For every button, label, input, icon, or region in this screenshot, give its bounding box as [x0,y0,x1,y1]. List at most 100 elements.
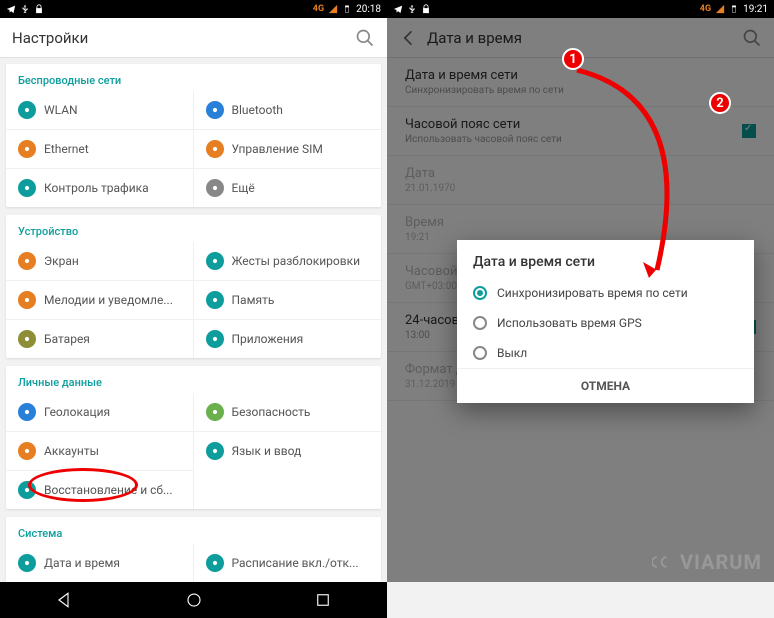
radio-option[interactable]: Выкл [457,338,754,368]
settings-item[interactable]: Геолокация [6,393,194,431]
item-label: Управление SIM [232,142,323,156]
settings-item[interactable]: Расписание вкл./отк... [194,544,382,582]
settings-card: Устройство Экран Жесты разблокировки Мелоди… [6,215,381,358]
item-label: Расписание вкл./отк... [232,556,359,570]
settings-card: Система Дата и время Расписание вкл./отк..… [6,517,381,582]
screen-settings: 4G 20:18 Настройки Беспроводные сети WLAN… [0,0,387,618]
item-icon [206,291,224,309]
item-label: Язык и ввод [232,444,302,458]
status-bar: 4G 19:21 [387,0,774,18]
lock-icon [34,4,44,14]
item-icon [206,101,224,119]
search-icon[interactable] [355,28,375,48]
item-icon [18,291,36,309]
settings-item[interactable]: Мелодии и уведомле... [6,280,194,319]
battery-icon [342,4,352,14]
radio-option[interactable]: Синхронизировать время по сети [457,278,754,308]
settings-item[interactable]: WLAN [6,91,194,129]
item-icon [18,403,36,421]
item-label: Дата и время [44,556,120,570]
section-title: Беспроводные сети [6,64,381,91]
datetime-dialog: Дата и время сети Синхронизировать время… [457,240,754,403]
item-icon [18,481,36,499]
settings-item[interactable]: Язык и ввод [194,431,382,470]
network-4g: 4G [313,4,324,14]
settings-item[interactable]: Ещё [194,168,382,207]
settings-header: Настройки [0,18,387,58]
item-label: Приложения [232,332,304,346]
radio-icon [473,346,487,360]
item-label: Ещё [232,181,255,195]
annotation-marker-1: 1 [562,48,584,70]
item-label: Bluetooth [232,103,283,117]
usb-icon [407,4,417,14]
settings-item[interactable]: Приложения [194,319,382,358]
item-icon [18,179,36,197]
settings-item[interactable]: Восстановление и сб... [6,470,194,509]
dialog-title: Дата и время сети [457,240,754,278]
settings-item[interactable]: Память [194,280,382,319]
item-icon [206,252,224,270]
cancel-button[interactable]: ОТМЕНА [457,368,754,403]
settings-item[interactable]: Управление SIM [194,129,382,168]
home-button[interactable] [185,591,203,609]
radio-label: Выкл [497,346,527,360]
item-icon [18,442,36,460]
nav-bar [0,582,387,618]
item-label: Батарея [44,332,90,346]
annotation-marker-2: 2 [709,92,731,114]
section-title: Устройство [6,215,381,242]
radio-icon [473,316,487,330]
settings-item[interactable]: Экран [6,242,194,280]
settings-item[interactable]: Жесты разблокировки [194,242,382,280]
telegram-icon [6,4,16,14]
item-label: Аккаунты [44,444,99,458]
item-label: Контроль трафика [44,181,149,195]
item-icon [206,554,224,572]
item-icon [18,252,36,270]
page-title: Настройки [12,29,355,47]
lock-icon [421,4,431,14]
settings-item[interactable]: Аккаунты [6,431,194,470]
radio-option[interactable]: Использовать время GPS [457,308,754,338]
settings-item[interactable]: Контроль трафика [6,168,194,207]
clock: 20:18 [356,4,381,15]
item-label: Жесты разблокировки [232,254,361,268]
signal-icon [715,4,725,14]
section-title: Личные данные [6,366,381,393]
back-button[interactable] [56,591,74,609]
network-4g: 4G [700,4,711,14]
item-label: Память [232,293,275,307]
settings-item[interactable]: Ethernet [6,129,194,168]
radio-label: Использовать время GPS [497,316,642,330]
item-icon [18,554,36,572]
item-label: Безопасность [232,405,311,419]
clock: 19:21 [743,4,768,15]
item-icon [206,179,224,197]
section-title: Система [6,517,381,544]
battery-icon [729,4,739,14]
radio-label: Синхронизировать время по сети [497,286,688,300]
settings-item[interactable]: Безопасность [194,393,382,431]
settings-content: Беспроводные сети WLAN Bluetooth Ethernet Уп… [0,58,387,582]
usb-icon [20,4,30,14]
item-label: Восстановление и сб... [44,483,173,497]
watermark: VIARUM [652,550,762,574]
item-icon [18,330,36,348]
radio-icon [473,286,487,300]
settings-item[interactable]: Bluetooth [194,91,382,129]
item-label: Ethernet [44,142,89,156]
settings-item[interactable]: Дата и время [6,544,194,582]
item-icon [206,330,224,348]
status-bar: 4G 20:18 [0,0,387,18]
item-label: Экран [44,254,79,268]
item-label: WLAN [44,103,78,117]
item-icon [206,140,224,158]
settings-card: Личные данныеГеолокация Безопасность Аккау… [6,366,381,509]
recents-button[interactable] [314,591,332,609]
item-label: Мелодии и уведомле... [44,293,173,307]
settings-item[interactable]: Батарея [6,319,194,358]
item-icon [206,442,224,460]
item-icon [18,140,36,158]
item-icon [206,403,224,421]
